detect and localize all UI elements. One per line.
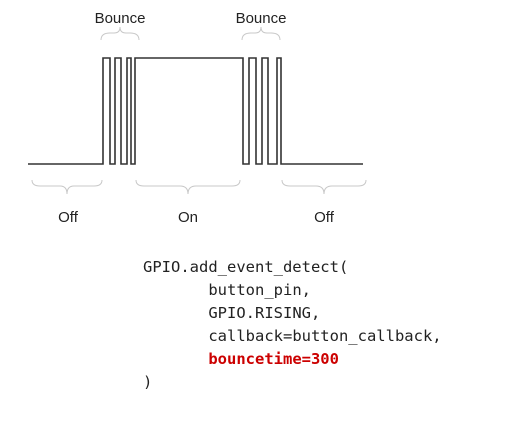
- code-line-3: GPIO.RISING,: [208, 304, 321, 322]
- on-brace: [135, 179, 241, 195]
- on-label: On: [178, 209, 198, 226]
- off-brace-right: [281, 179, 367, 195]
- bounce-label-left: Bounce: [95, 10, 146, 27]
- signal-waveform: [28, 57, 363, 165]
- code-line-2: button_pin,: [208, 281, 311, 299]
- off-label-left: Off: [58, 209, 79, 226]
- bounce-label-right: Bounce: [236, 10, 287, 27]
- code-line-6: ): [143, 373, 153, 391]
- off-brace-left: [31, 179, 103, 195]
- code-line-4: callback=button_callback,: [208, 327, 442, 345]
- off-label-right: Off: [314, 209, 335, 226]
- code-line-1: GPIO.add_event_detect(: [143, 258, 349, 276]
- bounce-timing-diagram: Bounce Bounce Off On Off: [28, 10, 367, 226]
- code-block: GPIO.add_event_detect( button_pin, GPIO.…: [143, 256, 442, 394]
- bounce-brace-left: [100, 26, 140, 41]
- bounce-brace-right: [241, 26, 281, 41]
- code-line-5-bouncetime: bouncetime=300: [208, 350, 339, 368]
